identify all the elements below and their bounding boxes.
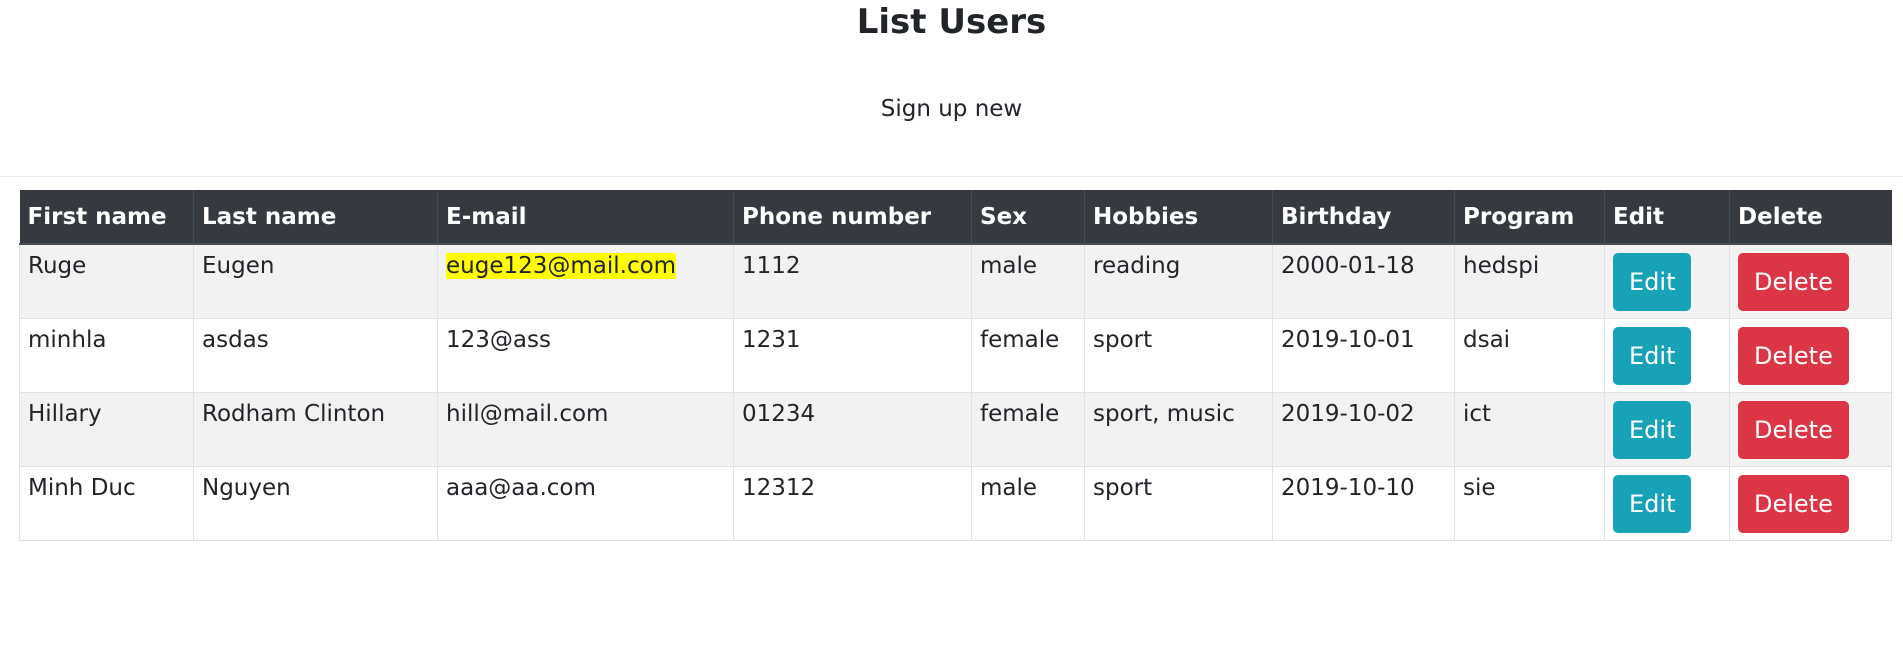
column-header-edit: Edit: [1604, 190, 1730, 245]
cell-program: ict: [1454, 391, 1605, 467]
cell-program: dsai: [1454, 317, 1605, 393]
column-header-last-name: Last name: [193, 190, 438, 245]
page-title: List Users: [856, 2, 1047, 42]
delete-button[interactable]: Delete: [1738, 474, 1849, 533]
cell-edit: Edit: [1604, 391, 1730, 467]
cell-edit: Edit: [1604, 243, 1730, 319]
column-header-first-name: First name: [19, 190, 194, 245]
cell-sex: female: [971, 317, 1085, 393]
table-row: Minh Duc Nguyen aaa@aa.com 12312 male sp…: [19, 465, 1892, 541]
cell-hobbies: sport: [1084, 317, 1273, 393]
cell-edit: Edit: [1604, 465, 1730, 541]
page: List Users Sign up new First name Last n…: [0, 0, 1903, 667]
cell-hobbies: sport, music: [1084, 391, 1273, 467]
cell-sex: male: [971, 243, 1085, 319]
edit-button[interactable]: Edit: [1613, 474, 1692, 533]
cell-hobbies: reading: [1084, 243, 1273, 319]
cell-program: hedspi: [1454, 243, 1605, 319]
cell-phone: 1112: [733, 243, 972, 319]
cell-edit: Edit: [1604, 317, 1730, 393]
sign-up-new-link[interactable]: Sign up new: [881, 96, 1023, 122]
cell-delete: Delete: [1729, 391, 1892, 467]
cell-phone: 01234: [733, 391, 972, 467]
cell-birthday: 2019-10-01: [1272, 317, 1455, 393]
cell-last-name: Rodham Clinton: [193, 391, 438, 467]
column-header-birthday: Birthday: [1272, 190, 1455, 245]
column-header-sex: Sex: [971, 190, 1085, 245]
cell-hobbies: sport: [1084, 465, 1273, 541]
cell-delete: Delete: [1729, 465, 1892, 541]
cell-first-name: Minh Duc: [19, 465, 194, 541]
cell-phone: 1231: [733, 317, 972, 393]
cell-first-name: minhla: [19, 317, 194, 393]
cell-email: euge123@mail.com: [437, 243, 734, 319]
signup-link-container: Sign up new: [0, 94, 1903, 124]
column-header-program: Program: [1454, 190, 1605, 245]
column-header-email: E-mail: [437, 190, 734, 245]
users-table: First name Last name E-mail Phone number…: [19, 190, 1892, 541]
cell-delete: Delete: [1729, 317, 1892, 393]
cell-last-name: asdas: [193, 317, 438, 393]
delete-button[interactable]: Delete: [1738, 400, 1849, 459]
cell-sex: male: [971, 465, 1085, 541]
column-header-hobbies: Hobbies: [1084, 190, 1273, 245]
table-header-row: First name Last name E-mail Phone number…: [19, 190, 1892, 245]
cell-last-name: Nguyen: [193, 465, 438, 541]
table-row: Ruge Eugen euge123@mail.com 1112 male re…: [19, 243, 1892, 319]
edit-button[interactable]: Edit: [1613, 253, 1692, 311]
cell-phone: 12312: [733, 465, 972, 541]
cell-email: 123@ass: [437, 317, 734, 393]
edit-button[interactable]: Edit: [1613, 326, 1692, 385]
cell-delete: Delete: [1729, 243, 1892, 319]
highlighted-email: euge123@mail.com: [446, 253, 677, 279]
cell-program: sie: [1454, 465, 1605, 541]
edit-button[interactable]: Edit: [1613, 400, 1692, 459]
cell-birthday: 2019-10-10: [1272, 465, 1455, 541]
column-header-delete: Delete: [1729, 190, 1892, 245]
divider: [0, 176, 1903, 177]
cell-birthday: 2000-01-18: [1272, 243, 1455, 319]
cell-email: hill@mail.com: [437, 391, 734, 467]
cell-email: aaa@aa.com: [437, 465, 734, 541]
delete-button[interactable]: Delete: [1738, 326, 1849, 385]
cell-sex: female: [971, 391, 1085, 467]
cell-first-name: Ruge: [19, 243, 194, 319]
cell-birthday: 2019-10-02: [1272, 391, 1455, 467]
cell-last-name: Eugen: [193, 243, 438, 319]
cell-first-name: Hillary: [19, 391, 194, 467]
table-row: minhla asdas 123@ass 1231 female sport 2…: [19, 317, 1892, 393]
table-row: Hillary Rodham Clinton hill@mail.com 012…: [19, 391, 1892, 467]
column-header-phone-number: Phone number: [733, 190, 972, 245]
delete-button[interactable]: Delete: [1738, 253, 1849, 311]
